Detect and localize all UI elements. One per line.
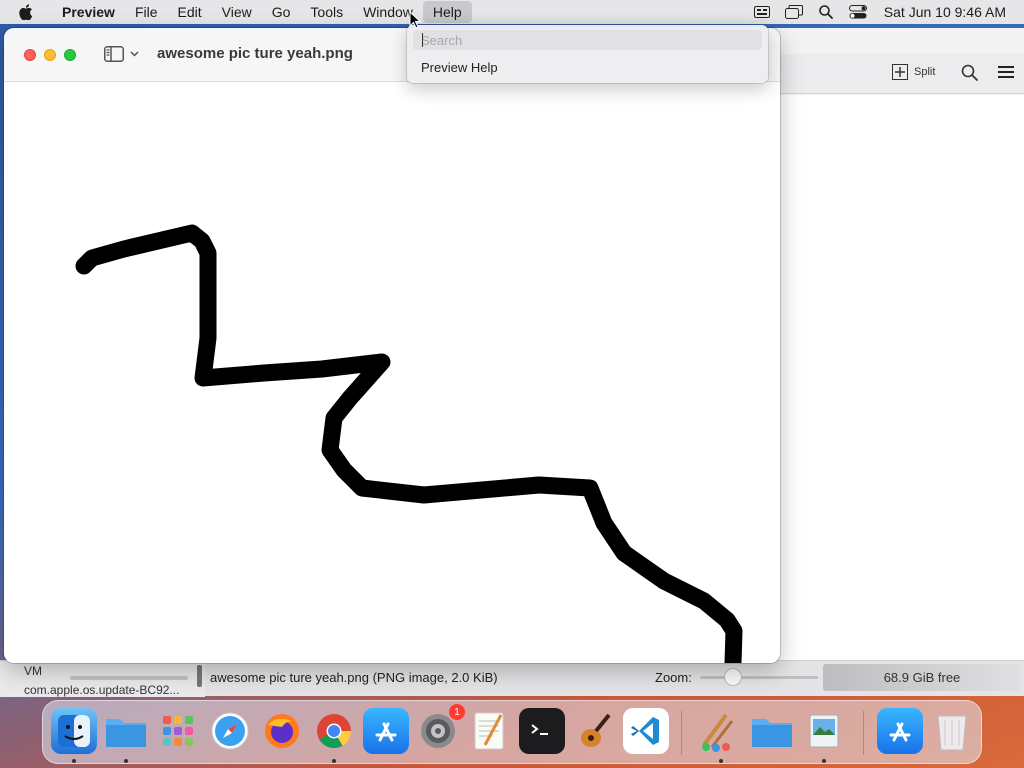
preview-window: awesome pic ture yeah.png xyxy=(4,28,780,663)
mouse-pointer-icon xyxy=(409,10,422,32)
launchpad-icon[interactable] xyxy=(155,708,201,754)
brushes-running-dot xyxy=(719,759,723,763)
display-mirroring-icon[interactable] xyxy=(778,0,810,24)
hamburger-menu-icon[interactable] xyxy=(997,64,1015,83)
textedit-icon[interactable] xyxy=(467,708,513,754)
brushes-icon[interactable] xyxy=(695,708,741,754)
notification-badge: 1 xyxy=(449,704,465,720)
downloads-folder-icon[interactable] xyxy=(749,708,795,754)
status-area: Sat Jun 10 9:46 AM xyxy=(746,0,1024,24)
file-info: awesome pic ture yeah.png (PNG image, 2.… xyxy=(210,670,498,685)
chrome-running-dot xyxy=(332,759,336,763)
zoom-label: Zoom: xyxy=(655,670,692,685)
zoom-slider-track[interactable] xyxy=(700,676,818,679)
menu-go[interactable]: Go xyxy=(262,0,301,24)
safari-icon[interactable] xyxy=(207,708,253,754)
minimize-button[interactable] xyxy=(44,49,56,61)
menu-tools[interactable]: Tools xyxy=(300,0,353,24)
chevron-down-icon xyxy=(130,51,139,57)
background-window-content xyxy=(780,95,1024,660)
app-store-icon[interactable] xyxy=(363,708,409,754)
menu-bar: Preview File Edit View Go Tools Window H… xyxy=(0,0,1024,24)
input-source-icon[interactable] xyxy=(746,0,778,24)
sidebar-icon xyxy=(104,46,124,62)
background-window-toolbar: Split xyxy=(760,54,1024,94)
garageband-icon[interactable] xyxy=(571,708,617,754)
disk-free-indicator: 68.9 GiB free xyxy=(823,664,1021,691)
folder-icon[interactable] xyxy=(103,708,149,754)
help-menu-dropdown: Preview Help xyxy=(407,25,768,83)
status-sidebar: VM com.apple.os.update-BC92... xyxy=(0,661,205,697)
dock-divider xyxy=(681,711,682,755)
vscode-icon[interactable] xyxy=(623,708,669,754)
dock: 1 xyxy=(42,700,982,764)
trash-icon[interactable] xyxy=(929,708,975,754)
vm-progress-bar xyxy=(70,676,188,680)
preview-running-dot xyxy=(822,759,826,763)
finder-running-dot xyxy=(72,759,76,763)
vm-label: VM xyxy=(24,664,42,678)
search-icon[interactable] xyxy=(961,64,979,85)
text-caret xyxy=(422,33,423,47)
split-button[interactable]: Split xyxy=(892,64,935,80)
firefox-icon[interactable] xyxy=(259,708,305,754)
preview-icon[interactable] xyxy=(801,708,847,754)
menu-app-name[interactable]: Preview xyxy=(52,0,125,24)
apple-menu[interactable] xyxy=(0,4,52,20)
menu-view[interactable]: View xyxy=(212,0,262,24)
split-icon xyxy=(892,64,908,80)
drawn-line-image xyxy=(75,224,743,663)
background-status-bar: VM com.apple.os.update-BC92... awesome p… xyxy=(0,660,1024,697)
menu-help[interactable]: Help xyxy=(422,1,472,23)
split-label: Split xyxy=(914,66,936,78)
close-button[interactable] xyxy=(24,49,36,61)
menu-item-preview-help[interactable]: Preview Help xyxy=(421,60,498,75)
image-canvas xyxy=(4,83,780,663)
app-store-2-icon[interactable] xyxy=(877,708,923,754)
control-center-icon[interactable] xyxy=(842,0,874,24)
zoom-button[interactable] xyxy=(64,49,76,61)
sidebar-toggle-button[interactable] xyxy=(104,46,139,62)
menu-clock[interactable]: Sat Jun 10 9:46 AM xyxy=(874,4,1024,20)
folder-running-dot xyxy=(124,759,128,763)
finder-icon[interactable] xyxy=(51,708,97,754)
zoom-slider-knob[interactable] xyxy=(724,668,742,686)
terminal-icon[interactable] xyxy=(519,708,565,754)
window-title: awesome pic ture yeah.png xyxy=(157,45,353,62)
background-window: Split xyxy=(760,28,1024,696)
sidebar-resize-handle[interactable] xyxy=(197,665,202,687)
menu-file[interactable]: File xyxy=(125,0,168,24)
apple-icon xyxy=(19,4,33,20)
dock-divider-2 xyxy=(863,711,864,755)
system-preferences-icon[interactable]: 1 xyxy=(415,704,465,754)
help-search-input[interactable] xyxy=(413,30,762,50)
spotlight-icon[interactable] xyxy=(810,0,842,24)
menu-edit[interactable]: Edit xyxy=(168,0,212,24)
update-label: com.apple.os.update-BC92... xyxy=(24,683,180,697)
chrome-icon[interactable] xyxy=(311,708,357,754)
